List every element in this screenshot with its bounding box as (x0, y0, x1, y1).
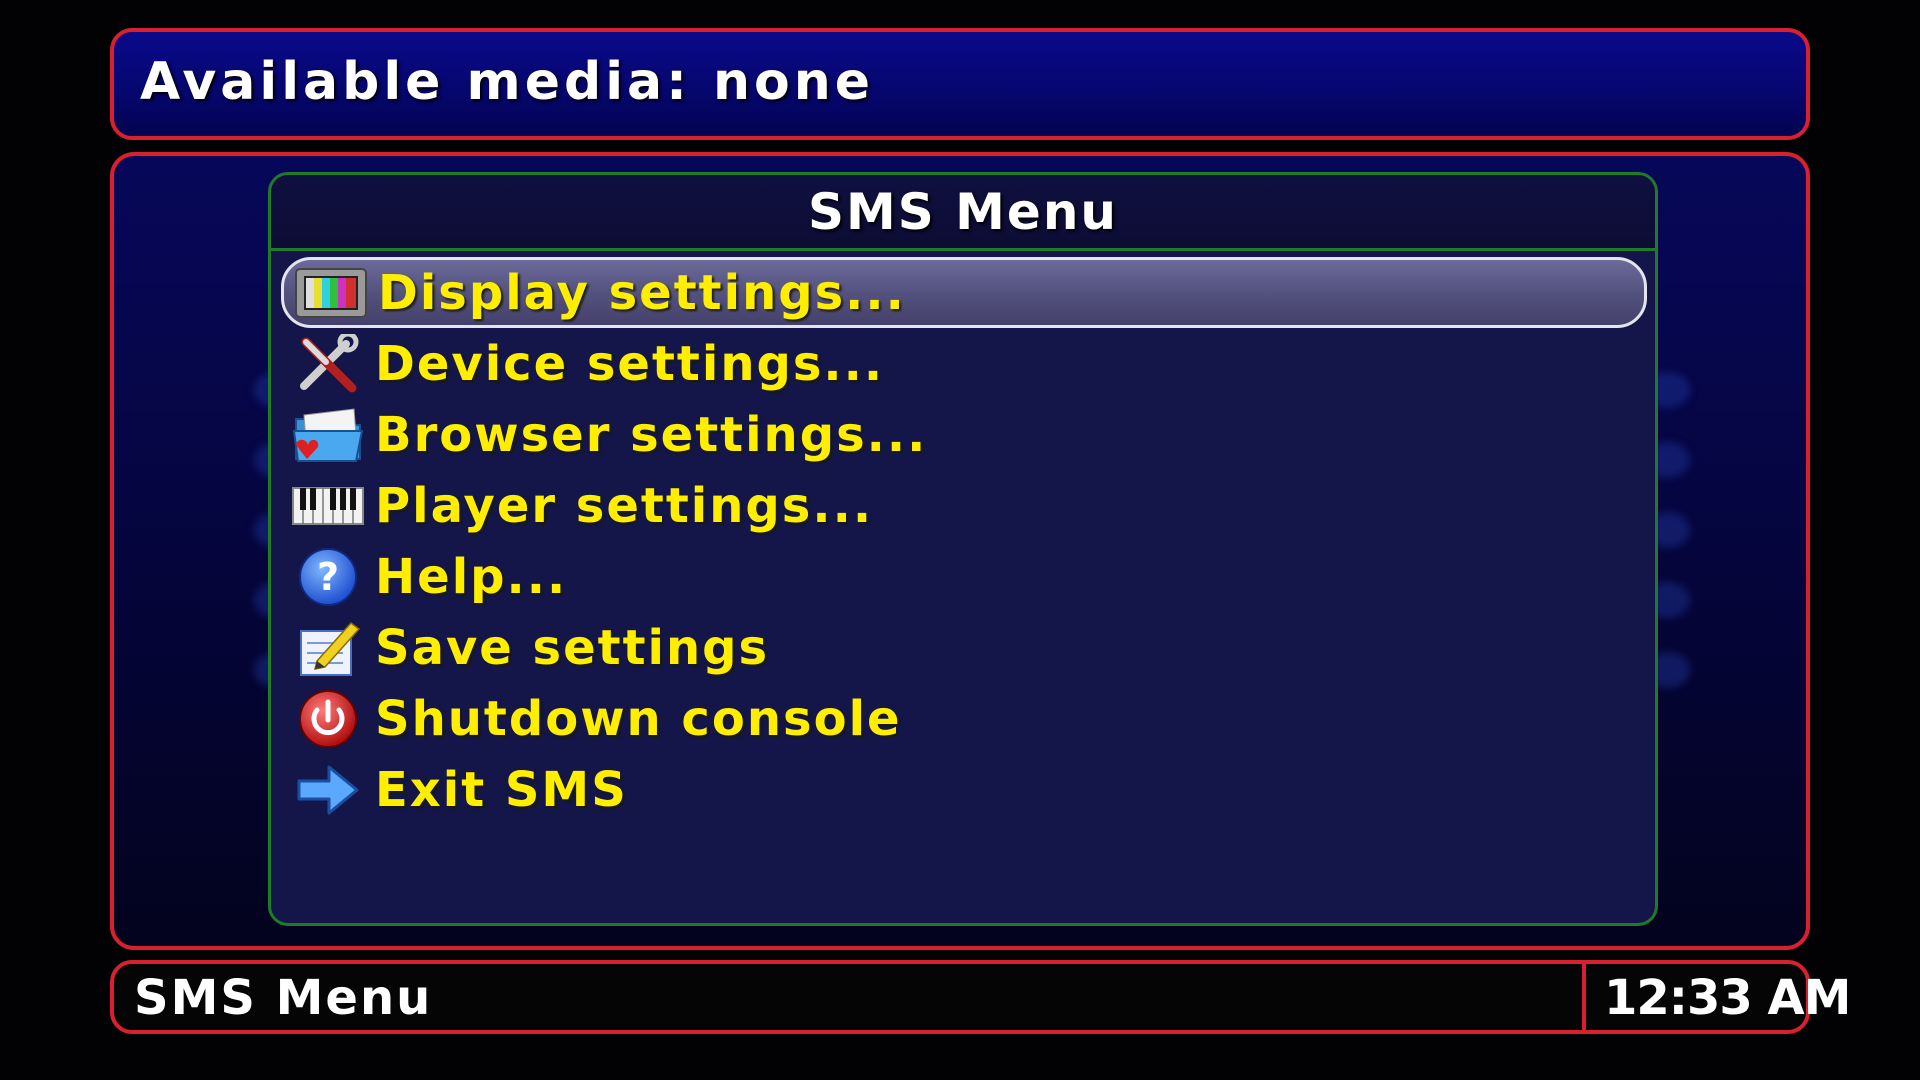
clock: 12:33 AM (1604, 970, 1851, 1026)
clock-divider (1582, 964, 1586, 1030)
help-icon: ? (289, 546, 367, 608)
svg-text:?: ? (317, 555, 339, 599)
menu-list: Display settings... Device settings... B… (281, 257, 1647, 825)
arrow-right-icon (289, 759, 367, 821)
menu-item-label: Player settings... (375, 477, 874, 534)
menu-item-label: Help... (375, 548, 568, 605)
menu-item-shutdown-console[interactable]: Shutdown console (281, 683, 1647, 754)
menu-item-label: Save settings (375, 619, 770, 676)
menu-title: SMS Menu (807, 183, 1119, 241)
menu-item-display-settings[interactable]: Display settings... (281, 257, 1647, 328)
media-header-bar: Available media: none (110, 28, 1810, 140)
menu-item-save-settings[interactable]: Save settings (281, 612, 1647, 683)
menu-header: SMS Menu (271, 175, 1655, 251)
status-title: SMS Menu (134, 970, 433, 1026)
folder-icon (289, 404, 367, 466)
sms-screen: Available media: none SMS Menu Display s… (0, 0, 1920, 1080)
menu-item-exit-sms[interactable]: Exit SMS (281, 754, 1647, 825)
menu-item-help[interactable]: ? Help... (281, 541, 1647, 612)
status-bar: SMS Menu 12:33 AM (110, 960, 1851, 1034)
sms-menu-panel: SMS Menu Display settings... Device sett… (268, 172, 1658, 926)
menu-item-browser-settings[interactable]: Browser settings... (281, 399, 1647, 470)
menu-item-label: Shutdown console (375, 690, 902, 747)
menu-item-label: Browser settings... (375, 406, 928, 463)
tv-monitor-icon (292, 262, 370, 324)
menu-item-player-settings[interactable]: Player settings... (281, 470, 1647, 541)
menu-item-label: Display settings... (378, 264, 906, 321)
piano-keys-icon (289, 475, 367, 537)
tools-icon (289, 333, 367, 395)
save-notepad-icon (289, 617, 367, 679)
menu-item-device-settings[interactable]: Device settings... (281, 328, 1647, 399)
menu-item-label: Exit SMS (375, 761, 628, 818)
power-icon (289, 688, 367, 750)
menu-item-label: Device settings... (375, 335, 885, 392)
available-media-title: Available media: none (140, 52, 875, 112)
